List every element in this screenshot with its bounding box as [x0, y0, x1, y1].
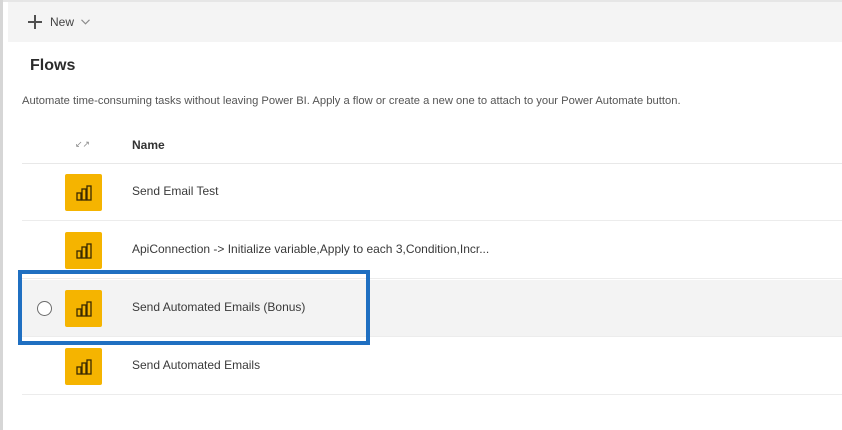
- table-row[interactable]: Send Automated Emails: [22, 338, 842, 395]
- page-description: Automate time-consuming tasks without le…: [22, 95, 681, 107]
- table-header: ↙↗ Name: [22, 126, 842, 164]
- page-title: Flows: [30, 57, 76, 74]
- table-row[interactable]: Send Email Test: [22, 164, 842, 221]
- new-button-label: New: [50, 15, 75, 29]
- flow-name: Send Automated Emails (Bonus): [132, 300, 306, 314]
- chevron-down-icon: [80, 17, 90, 27]
- table-row-selected[interactable]: Send Automated Emails (Bonus): [22, 280, 842, 337]
- left-edge-divider: [0, 0, 3, 430]
- column-header-name[interactable]: Name: [132, 138, 165, 152]
- new-button[interactable]: New: [28, 7, 90, 37]
- plus-icon: [28, 15, 42, 29]
- flow-icon: [65, 232, 102, 269]
- command-toolbar: New: [8, 2, 842, 42]
- sort-icon[interactable]: ↙↗: [75, 139, 90, 150]
- flow-name: Send Email Test: [132, 184, 219, 198]
- row-select-radio[interactable]: [37, 301, 52, 316]
- flow-icon: [65, 290, 102, 327]
- flow-icon: [65, 348, 102, 385]
- flow-name: ApiConnection -> Initialize variable,App…: [132, 242, 490, 256]
- flows-table: ↙↗ Name Send Email Test ApiConnection ->…: [22, 126, 842, 395]
- table-row[interactable]: ApiConnection -> Initialize variable,App…: [22, 222, 842, 279]
- flow-name: Send Automated Emails: [132, 358, 261, 372]
- flow-icon: [65, 174, 102, 211]
